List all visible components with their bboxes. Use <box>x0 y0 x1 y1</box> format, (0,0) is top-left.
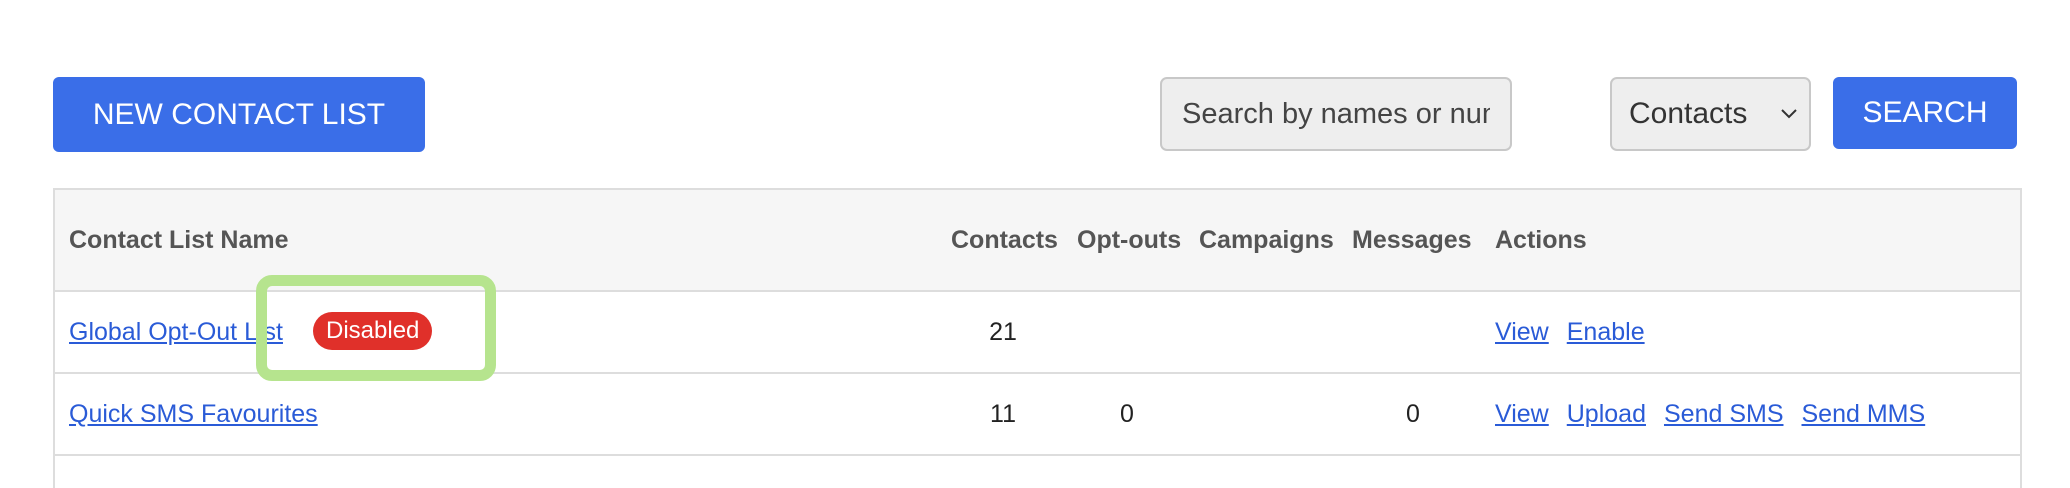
table-row: Global Opt-Out List Disabled 21 View Ena… <box>55 292 2020 374</box>
send-sms-link[interactable]: Send SMS <box>1664 374 1784 454</box>
toolbar: NEW CONTACT LIST Contacts SEARCH <box>0 0 2070 170</box>
opt-outs-count: 0 <box>1120 400 1134 428</box>
opt-outs-count <box>1077 292 1177 372</box>
contacts-count: 21 <box>989 318 1017 346</box>
messages-count: 0 <box>1406 400 1420 428</box>
enable-link[interactable]: Enable <box>1567 292 1645 372</box>
upload-link[interactable]: Upload <box>1567 374 1646 454</box>
messages-count <box>1352 292 1474 372</box>
row-actions: View Upload Send SMS Send MMS <box>1495 374 1925 454</box>
chevron-down-icon <box>1769 108 1809 120</box>
view-link[interactable]: View <box>1495 292 1549 372</box>
contact-list-name-link[interactable]: Quick SMS Favourites <box>69 400 318 428</box>
search-type-selected: Contacts <box>1629 97 1748 130</box>
header-actions: Actions <box>1495 226 1587 254</box>
contacts-count: 11 <box>990 400 1016 428</box>
contact-lists-table: Contact List Name Contacts Opt-outs Camp… <box>53 188 2022 488</box>
send-mms-link[interactable]: Send MMS <box>1802 374 1926 454</box>
table-header: Contact List Name Contacts Opt-outs Camp… <box>55 190 2020 292</box>
header-opt-outs: Opt-outs <box>1077 226 1182 254</box>
status-badge: Disabled <box>313 312 433 350</box>
view-link[interactable]: View <box>1495 374 1549 454</box>
header-contact-list-name: Contact List Name <box>69 226 289 254</box>
new-contact-list-button[interactable]: NEW CONTACT LIST <box>53 77 425 152</box>
table-row: Quick SMS Favourites 11 0 0 View Upload … <box>55 374 2020 456</box>
search-button[interactable]: SEARCH <box>1833 77 2017 149</box>
campaigns-count <box>1199 374 1329 454</box>
search-input[interactable] <box>1160 77 1512 151</box>
header-campaigns: Campaigns <box>1199 226 1334 254</box>
header-contacts: Contacts <box>951 226 1058 254</box>
campaigns-count <box>1199 292 1329 372</box>
contact-list-name-cell: Quick SMS Favourites <box>69 374 318 454</box>
header-messages: Messages <box>1352 226 1472 254</box>
contact-list-name-cell: Global Opt-Out List <box>69 292 283 372</box>
row-actions: View Enable <box>1495 292 1645 372</box>
contact-list-name-link[interactable]: Global Opt-Out List <box>69 318 283 346</box>
search-type-select[interactable]: Contacts <box>1610 77 1811 151</box>
